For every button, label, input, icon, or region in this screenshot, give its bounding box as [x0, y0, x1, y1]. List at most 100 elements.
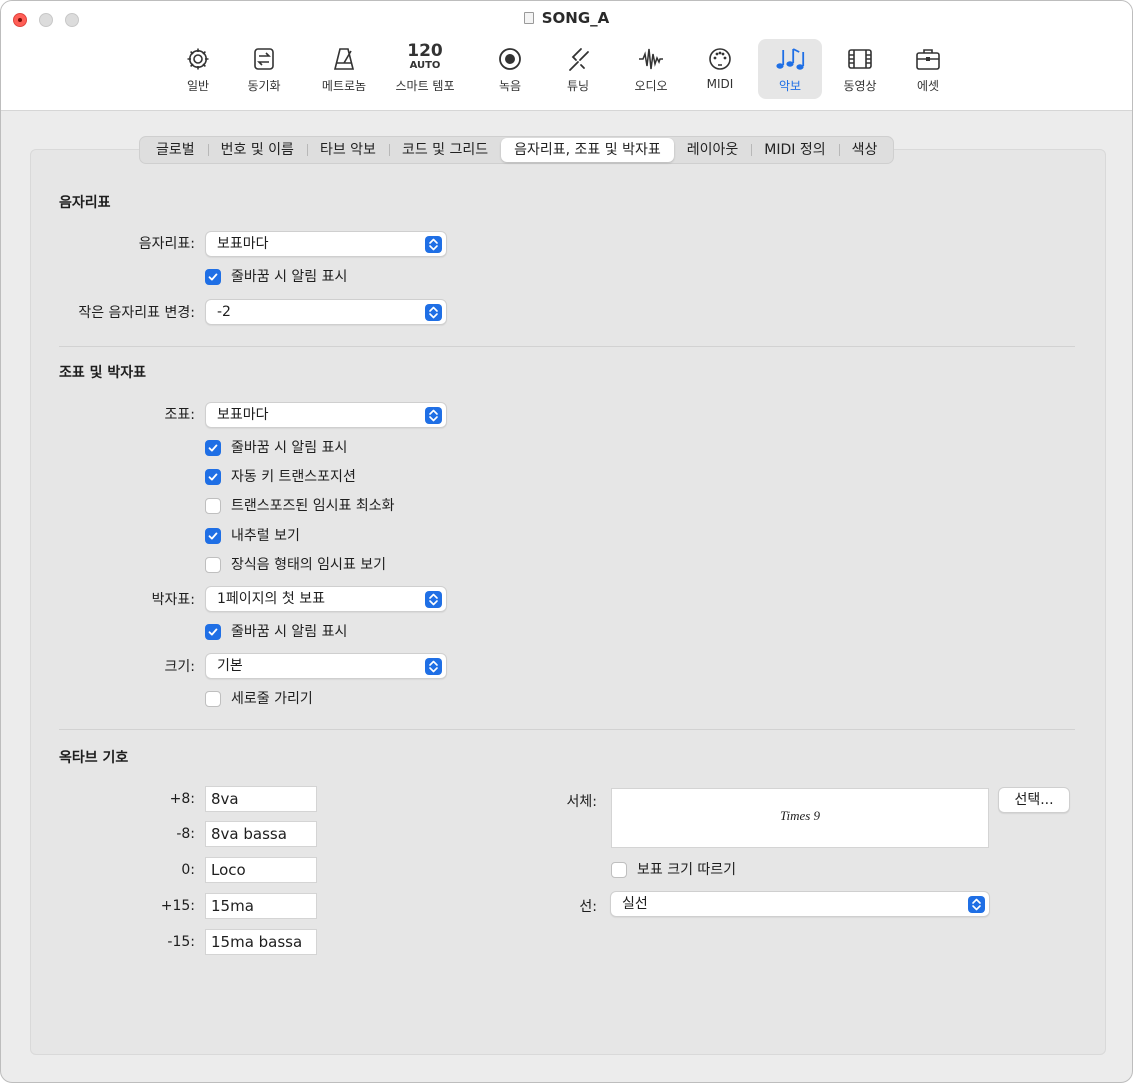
toolbar-item-label: 일반 — [186, 79, 210, 93]
chevron-updown-icon — [425, 236, 442, 253]
checkmark-icon — [205, 624, 221, 640]
toolbar-item-general[interactable]: 일반 — [168, 39, 228, 99]
tab-tablature[interactable]: 타브 악보 — [306, 138, 389, 162]
toolbar-item-metronome[interactable]: 메트로놈 — [308, 39, 380, 99]
tuning-fork-icon — [548, 45, 608, 73]
small-clef-change-popup[interactable]: -2 — [205, 299, 447, 325]
octave-field-minus8[interactable]: 8va bassa — [205, 821, 317, 847]
checkmark-icon — [205, 440, 221, 456]
checkbox-box — [205, 557, 221, 573]
tab-clefs-signatures[interactable]: 음자리표, 조표 및 박자표 — [501, 138, 674, 162]
toolbar-item-label: 오디오 — [634, 79, 668, 93]
clef-popup[interactable]: 보표마다 — [205, 231, 447, 257]
checkmark-icon — [205, 269, 221, 285]
octave-field-plus15[interactable]: 15ma — [205, 893, 317, 919]
checkbox-label: 내추럴 보기 — [231, 528, 300, 544]
line-style-popup[interactable]: 실선 — [610, 891, 990, 917]
chevron-updown-icon — [968, 896, 985, 913]
toolbar-item-midi[interactable]: MIDI — [690, 39, 750, 99]
toolbar-item-score[interactable]: 악보 — [758, 39, 822, 99]
toolbar-item-label: 녹음 — [498, 79, 522, 93]
briefcase-icon — [898, 45, 958, 73]
octave-field-plus8[interactable]: 8va — [205, 786, 317, 812]
checkbox-label: 보표 크기 따르기 — [637, 862, 737, 878]
chevron-updown-icon — [425, 407, 442, 424]
checkbox-box — [205, 498, 221, 514]
octave-field-zero[interactable]: Loco — [205, 857, 317, 883]
toolbar-item-label: 메트로놈 — [321, 79, 367, 93]
key-signature-value: 보표마다 — [217, 407, 269, 423]
line-label: 선: — [579, 899, 597, 915]
clef-label: 음자리표: — [138, 236, 195, 252]
toolbar-item-label: 튜닝 — [566, 79, 590, 93]
small-clef-change-label: 작은 음자리표 변경: — [78, 305, 195, 321]
checkbox-label: 줄바꿈 시 알림 표시 — [231, 269, 348, 285]
octave-label-plus15: +15: — [160, 898, 195, 914]
size-label: 크기: — [164, 659, 195, 675]
preferences-window: SONG_A 일반 동기화 메트로놈 120 AUTO 스마트 템포 녹음 튜닝… — [0, 0, 1133, 1083]
toolbar-item-audio[interactable]: 오디오 — [620, 39, 682, 99]
toolbar-item-movie[interactable]: 동영상 — [830, 39, 890, 99]
font-label: 서체: — [566, 794, 597, 810]
toolbar-item-assets[interactable]: 에셋 — [898, 39, 958, 99]
key-signature-popup[interactable]: 보표마다 — [205, 402, 447, 428]
midi-icon — [690, 45, 750, 73]
tab-numbers-names[interactable]: 번호 및 이름 — [207, 138, 307, 162]
font-preview: Times 9 — [611, 788, 989, 848]
toolbar-item-label: 스마트 템포 — [395, 79, 455, 93]
checkbox-label: 트랜스포즈된 임시표 최소화 — [231, 498, 395, 514]
toolbar-item-label: 에셋 — [916, 79, 940, 93]
title-bar: SONG_A 일반 동기화 메트로놈 120 AUTO 스마트 템포 녹음 튜닝… — [1, 1, 1132, 111]
checkbox-label: 자동 키 트랜스포지션 — [231, 469, 356, 485]
checkbox-label: 세로줄 가리기 — [231, 691, 313, 707]
checkbox-label: 줄바꿈 시 알림 표시 — [231, 440, 348, 456]
tab-layout[interactable]: 레이아웃 — [674, 138, 752, 162]
chevron-updown-icon — [425, 658, 442, 675]
chevron-updown-icon — [425, 591, 442, 608]
score-notes-icon — [758, 45, 822, 73]
clef-section-title: 음자리표 — [59, 195, 111, 211]
tab-midi-meaning[interactable]: MIDI 정의 — [751, 138, 838, 162]
segmented-tabs: 글로벌 번호 및 이름 타브 악보 코드 및 그리드 음자리표, 조표 및 박자… — [139, 136, 895, 164]
document-icon — [523, 12, 534, 24]
tab-global[interactable]: 글로벌 — [143, 138, 208, 162]
metronome-icon — [308, 45, 380, 73]
checkbox-box — [205, 691, 221, 707]
toolbar-item-label: MIDI — [706, 77, 734, 91]
size-value: 기본 — [217, 658, 243, 674]
octave-label-minus15: -15: — [167, 934, 195, 950]
waveform-icon — [620, 45, 682, 73]
checkmark-icon — [205, 469, 221, 485]
tempo-value: 120 — [407, 41, 443, 61]
size-popup[interactable]: 기본 — [205, 653, 447, 679]
tempo-mode: AUTO — [409, 60, 441, 71]
window-title: SONG_A — [1, 9, 1132, 27]
tab-colors[interactable]: 색상 — [838, 138, 891, 162]
toolbar-item-record[interactable]: 녹음 — [480, 39, 540, 99]
choose-font-button[interactable]: 선택... — [998, 787, 1070, 813]
section-divider — [59, 346, 1075, 347]
record-icon — [480, 45, 540, 73]
octave-field-minus15[interactable]: 15ma bassa — [205, 929, 317, 955]
checkbox-label: 줄바꿈 시 알림 표시 — [231, 624, 348, 640]
toolbar-item-label: 동기화 — [247, 79, 281, 93]
tab-chords-grids[interactable]: 코드 및 그리드 — [388, 138, 501, 162]
octave-section-title: 옥타브 기호 — [59, 750, 129, 766]
line-style-value: 실선 — [622, 896, 648, 912]
film-icon — [830, 45, 890, 73]
sync-icon — [231, 45, 297, 73]
toolbar-item-label: 악보 — [778, 79, 802, 93]
checkmark-icon — [205, 528, 221, 544]
toolbar-item-sync[interactable]: 동기화 — [231, 39, 297, 99]
octave-label-minus8: -8: — [176, 826, 195, 842]
octave-label-zero: 0: — [181, 862, 195, 878]
octave-label-plus8: +8: — [169, 791, 195, 807]
key-signature-label: 조표: — [164, 407, 195, 423]
toolbar-item-tuning[interactable]: 튜닝 — [548, 39, 608, 99]
time-signature-value: 1페이지의 첫 보표 — [217, 591, 325, 607]
gear-icon — [168, 45, 228, 73]
chevron-updown-icon — [425, 304, 442, 321]
toolbar-item-smart-tempo[interactable]: 120 AUTO 스마트 템포 — [388, 39, 462, 99]
time-signature-popup[interactable]: 1페이지의 첫 보표 — [205, 586, 447, 612]
small-clef-change-value: -2 — [217, 304, 231, 320]
